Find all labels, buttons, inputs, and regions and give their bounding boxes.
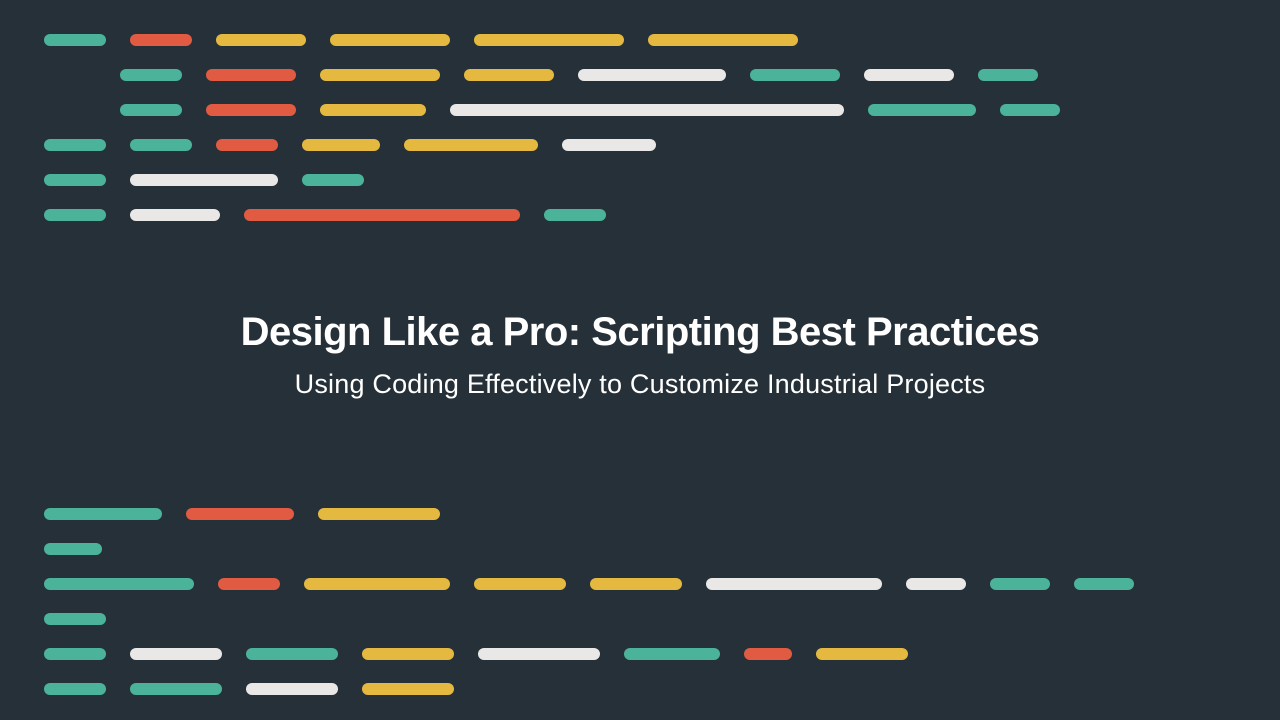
code-segment: [44, 648, 106, 660]
code-segment: [44, 578, 194, 590]
code-line: [44, 683, 1134, 695]
code-line: [44, 543, 1134, 555]
code-segment: [44, 34, 106, 46]
code-segment: [450, 104, 844, 116]
code-segment: [562, 139, 656, 151]
code-segment: [362, 648, 454, 660]
slide-title: Design Like a Pro: Scripting Best Practi…: [0, 310, 1280, 355]
code-line: [44, 578, 1134, 590]
code-segment: [186, 508, 294, 520]
code-segment: [1074, 578, 1134, 590]
code-line: [44, 34, 1060, 46]
code-segment: [218, 578, 280, 590]
code-segment: [320, 104, 426, 116]
code-segment: [978, 69, 1038, 81]
code-segment: [1000, 104, 1060, 116]
decorative-code-bottom: [44, 508, 1134, 718]
code-segment: [906, 578, 966, 590]
code-segment: [246, 683, 338, 695]
code-segment: [120, 104, 182, 116]
code-segment: [130, 683, 222, 695]
code-segment: [44, 543, 102, 555]
code-segment: [44, 139, 106, 151]
code-segment: [246, 648, 338, 660]
code-segment: [330, 34, 450, 46]
code-segment: [404, 139, 538, 151]
decorative-code-top: [44, 34, 1060, 244]
code-segment: [544, 209, 606, 221]
code-segment: [130, 209, 220, 221]
code-segment: [478, 648, 600, 660]
code-segment: [706, 578, 882, 590]
code-segment: [244, 209, 520, 221]
code-segment: [304, 578, 450, 590]
code-segment: [474, 578, 566, 590]
code-segment: [302, 139, 380, 151]
code-segment: [206, 69, 296, 81]
code-line: [44, 139, 1060, 151]
code-segment: [44, 174, 106, 186]
code-segment: [130, 34, 192, 46]
code-segment: [864, 69, 954, 81]
title-block: Design Like a Pro: Scripting Best Practi…: [0, 310, 1280, 400]
code-segment: [302, 174, 364, 186]
code-segment: [130, 648, 222, 660]
code-segment: [474, 34, 624, 46]
code-segment: [750, 69, 840, 81]
code-segment: [216, 34, 306, 46]
code-line: [44, 174, 1060, 186]
code-segment: [120, 69, 182, 81]
code-line: [44, 613, 1134, 625]
code-line: [44, 648, 1134, 660]
code-segment: [318, 508, 440, 520]
code-line: [44, 104, 1060, 116]
code-segment: [44, 209, 106, 221]
slide-subtitle: Using Coding Effectively to Customize In…: [0, 369, 1280, 400]
code-line: [44, 508, 1134, 520]
code-segment: [868, 104, 976, 116]
code-segment: [320, 69, 440, 81]
code-segment: [590, 578, 682, 590]
code-segment: [464, 69, 554, 81]
code-segment: [648, 34, 798, 46]
code-segment: [362, 683, 454, 695]
code-segment: [624, 648, 720, 660]
code-segment: [130, 139, 192, 151]
code-segment: [990, 578, 1050, 590]
code-segment: [44, 683, 106, 695]
code-segment: [816, 648, 908, 660]
code-segment: [578, 69, 726, 81]
code-line: [44, 69, 1060, 81]
code-segment: [206, 104, 296, 116]
code-line: [44, 209, 1060, 221]
code-segment: [130, 174, 278, 186]
code-segment: [44, 508, 162, 520]
code-segment: [216, 139, 278, 151]
code-segment: [44, 613, 106, 625]
code-segment: [744, 648, 792, 660]
